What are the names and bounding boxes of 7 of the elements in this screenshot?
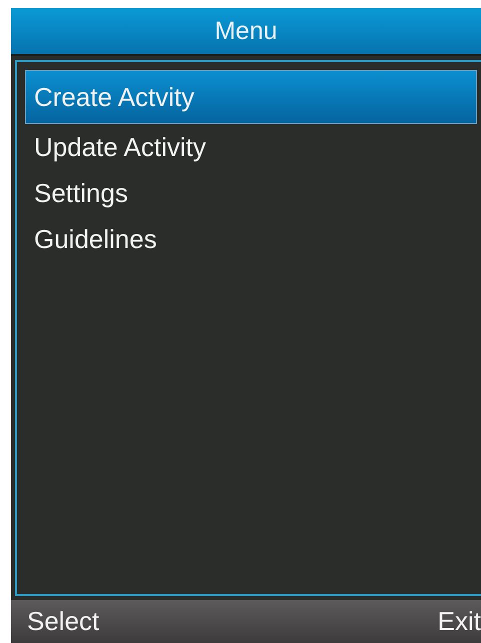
menu-item[interactable]: Settings [25, 170, 477, 216]
menu-item[interactable]: Create Actvity [25, 70, 477, 124]
menu-item[interactable]: Update Activity [25, 124, 477, 170]
menu-item[interactable]: Guidelines [25, 216, 477, 262]
exit-softkey[interactable]: Exit [438, 606, 481, 637]
select-softkey[interactable]: Select [27, 606, 100, 637]
screen-title: Menu [214, 16, 278, 46]
